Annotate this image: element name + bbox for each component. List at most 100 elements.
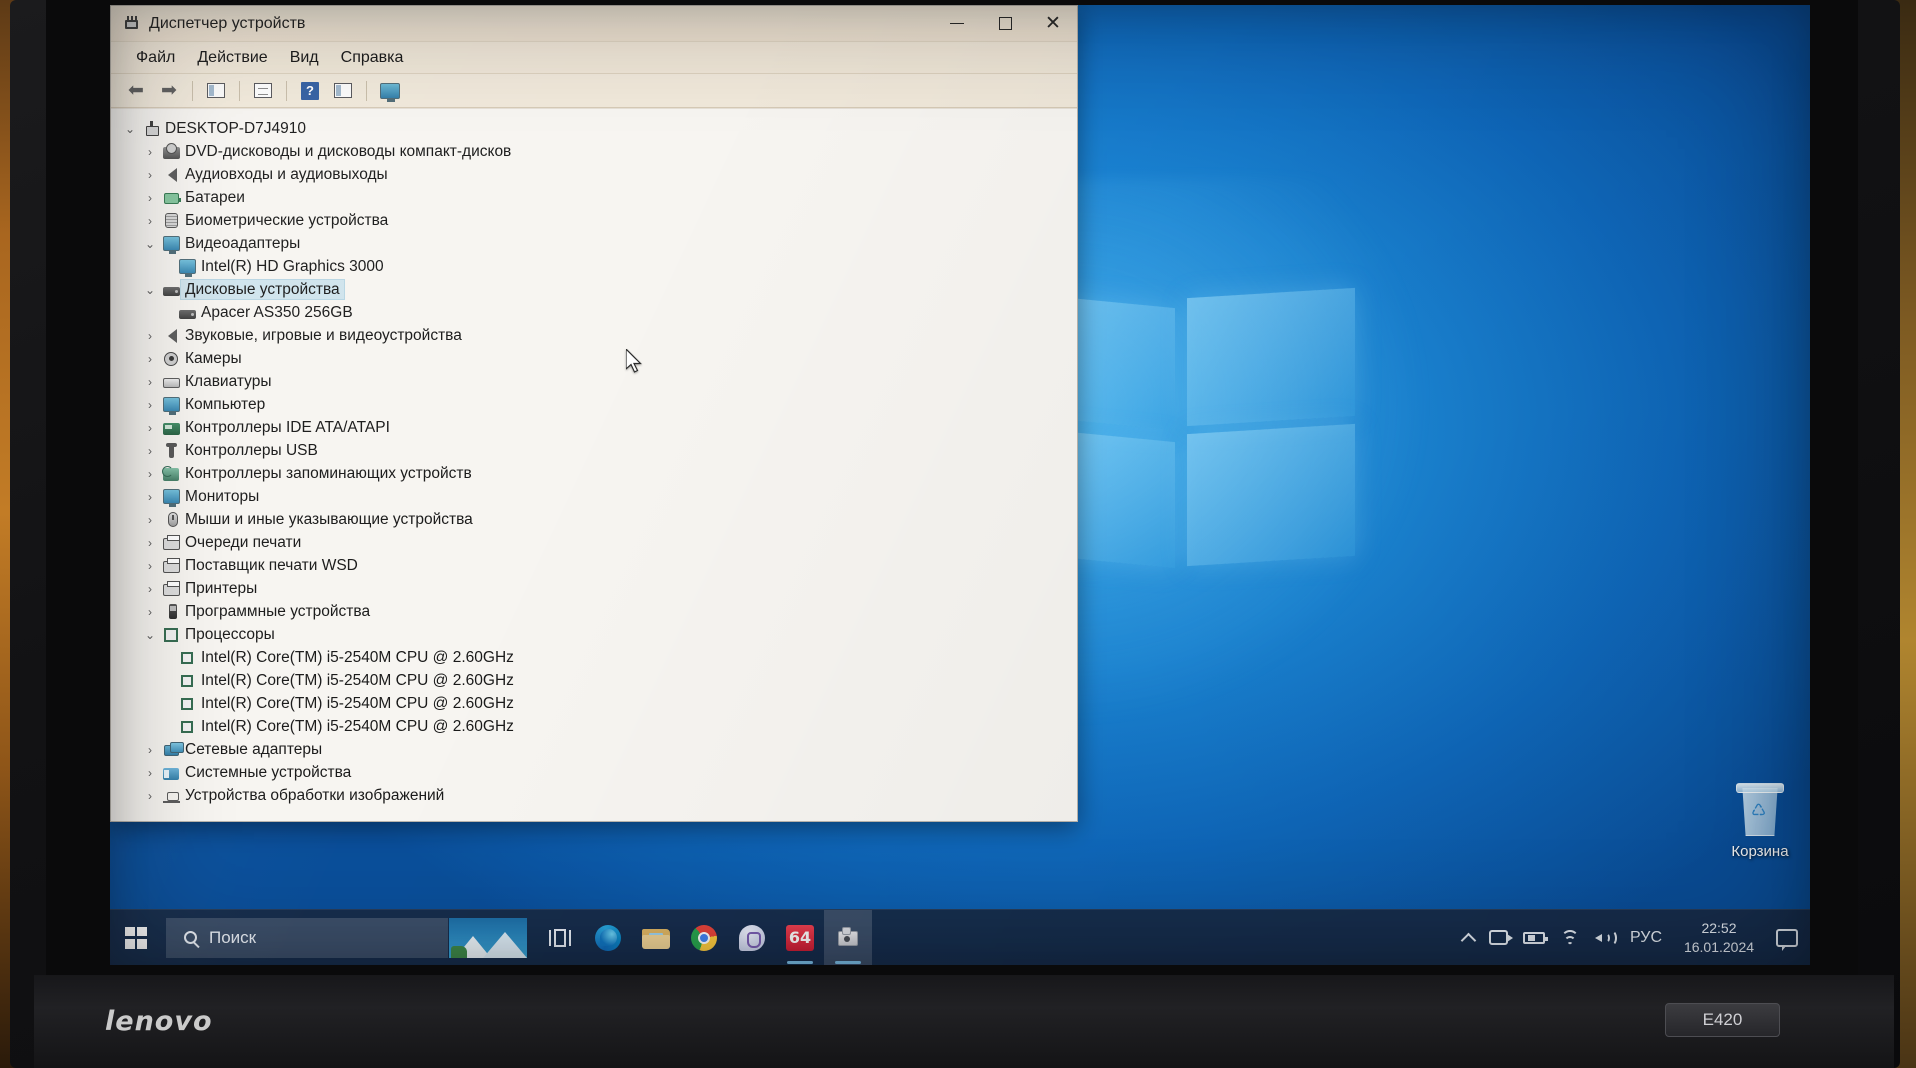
desktop-icon-recycle-bin[interactable]: ♺ Корзина — [1705, 780, 1810, 860]
menu-item-action[interactable]: Действие — [186, 45, 278, 71]
menu-item-help[interactable]: Справка — [330, 45, 415, 71]
edge-button[interactable] — [584, 910, 632, 966]
viber-button[interactable] — [728, 910, 776, 966]
chevron-right-icon[interactable]: › — [139, 605, 161, 619]
chevron-right-icon[interactable]: › — [139, 766, 161, 780]
chevron-right-icon[interactable]: › — [139, 444, 161, 458]
tree-node[interactable]: ⌄ Видеоадаптеры — [111, 232, 1077, 255]
clock[interactable]: 22:52 16.01.2024 — [1677, 919, 1761, 957]
tree-node[interactable]: › Звуковые, игровые и видеоустройства — [111, 324, 1077, 347]
tree-node[interactable]: Intel(R) Core(TM) i5-2540M CPU @ 2.60GHz — [111, 692, 1077, 715]
chevron-right-icon[interactable]: › — [139, 789, 161, 803]
window-titlebar[interactable]: Диспетчер устройств ✕ — [111, 6, 1077, 42]
arrow-right-icon: ➡ — [161, 80, 177, 101]
minimize-button[interactable] — [933, 6, 981, 42]
tree-node[interactable]: › Контроллеры запоминающих устройств — [111, 462, 1077, 485]
tree-node[interactable]: › Мыши и иные указывающие устройства — [111, 508, 1077, 531]
tree-node[interactable]: › Очереди печати — [111, 531, 1077, 554]
tree-node[interactable]: › Биометрические устройства — [111, 209, 1077, 232]
tree-node-root[interactable]: ⌄ DESKTOP-D7J4910 — [111, 117, 1077, 140]
chevron-right-icon[interactable]: › — [139, 329, 161, 343]
tree-node[interactable]: › Камеры — [111, 347, 1077, 370]
tree-node[interactable]: › Системные устройства — [111, 761, 1077, 784]
chevron-right-icon[interactable]: › — [139, 375, 161, 389]
tree-node[interactable]: Intel(R) Core(TM) i5-2540M CPU @ 2.60GHz — [111, 669, 1077, 692]
tree-node[interactable]: ⌄ Процессоры — [111, 623, 1077, 646]
battery-icon — [161, 191, 181, 204]
volume-tray-button[interactable] — [1594, 910, 1617, 966]
tree-node[interactable]: › Поставщик печати WSD — [111, 554, 1077, 577]
tree-node[interactable]: › Контроллеры USB — [111, 439, 1077, 462]
tree-node[interactable]: › Компьютер — [111, 393, 1077, 416]
chevron-right-icon[interactable]: › — [139, 398, 161, 412]
tree-node[interactable]: › Контроллеры IDE ATA/ATAPI — [111, 416, 1077, 439]
chevron-right-icon[interactable]: › — [139, 214, 161, 228]
arrow-left-icon: ⬅ — [128, 80, 144, 101]
tree-node-label: Мониторы — [185, 488, 260, 505]
maximize-button[interactable] — [981, 6, 1029, 42]
device-manager-button[interactable] — [824, 909, 872, 965]
printer-icon — [161, 557, 181, 573]
chevron-down-icon[interactable]: ⌄ — [119, 122, 141, 136]
chevron-right-icon[interactable]: › — [139, 352, 161, 366]
chevron-right-icon[interactable]: › — [139, 467, 161, 481]
tree-node-label: Очереди печати — [185, 534, 302, 551]
chevron-down-icon[interactable]: ⌄ — [139, 283, 161, 297]
tree-node[interactable]: › Аудиовходы и аудиовыходы — [111, 163, 1077, 186]
close-button[interactable]: ✕ — [1029, 6, 1077, 42]
menu-item-file[interactable]: Файл — [125, 45, 186, 71]
chevron-up-icon — [1460, 932, 1477, 948]
device-tree-panel[interactable]: ⌄ DESKTOP-D7J4910 › DVD-дисководы и диско… — [111, 108, 1077, 821]
tree-node[interactable]: Intel(R) HD Graphics 3000 — [111, 255, 1077, 278]
tree-node-label: Аудиовходы и аудиовыходы — [185, 166, 388, 183]
tree-node[interactable]: Intel(R) Core(TM) i5-2540M CPU @ 2.60GHz — [111, 715, 1077, 738]
menu-item-view[interactable]: Вид — [279, 45, 330, 71]
show-hidden-icons-button[interactable] — [1460, 910, 1477, 966]
battery-icon — [1522, 931, 1548, 944]
back-button[interactable]: ⬅ — [121, 78, 151, 104]
task-view-button[interactable] — [536, 910, 584, 966]
tree-node[interactable]: › Устройства обработки изображений — [111, 784, 1077, 807]
forward-button[interactable]: ➡ — [154, 78, 184, 104]
chevron-right-icon[interactable]: › — [139, 513, 161, 527]
aida64-button[interactable]: 64 — [776, 910, 824, 966]
help-button[interactable]: ? — [295, 78, 325, 104]
chevron-right-icon[interactable]: › — [139, 536, 161, 550]
language-indicator[interactable]: РУС — [1630, 929, 1662, 947]
tree-node[interactable]: ⌄ Дисковые устройства — [111, 278, 1077, 301]
action-center-button[interactable] — [1776, 910, 1798, 966]
network-tray-button[interactable] — [1560, 910, 1580, 966]
scan-hardware-button[interactable] — [375, 78, 405, 104]
chevron-right-icon[interactable]: › — [139, 168, 161, 182]
weather-widget[interactable] — [448, 917, 528, 958]
update-driver-button[interactable] — [328, 78, 358, 104]
chevron-right-icon[interactable]: › — [139, 743, 161, 757]
tree-node[interactable]: › Принтеры — [111, 577, 1077, 600]
tree-node[interactable]: › Программные устройства — [111, 600, 1077, 623]
chrome-button[interactable] — [680, 910, 728, 966]
show-hidden-devices-button[interactable] — [248, 78, 278, 104]
tree-node[interactable]: › Мониторы — [111, 485, 1077, 508]
battery-tray-button[interactable] — [1522, 910, 1548, 966]
chevron-down-icon[interactable]: ⌄ — [139, 628, 161, 642]
search-input[interactable]: Поиск — [166, 917, 448, 958]
chevron-right-icon[interactable]: › — [139, 582, 161, 596]
properties-button[interactable] — [201, 78, 231, 104]
tree-node[interactable]: Intel(R) Core(TM) i5-2540M CPU @ 2.60GHz — [111, 646, 1077, 669]
tree-node[interactable]: › Сетевые адаптеры — [111, 738, 1077, 761]
chevron-down-icon[interactable]: ⌄ — [139, 237, 161, 251]
chevron-right-icon[interactable]: › — [139, 490, 161, 504]
chevron-right-icon[interactable]: › — [139, 421, 161, 435]
chevron-right-icon[interactable]: › — [139, 145, 161, 159]
tree-node[interactable]: › Батареи — [111, 186, 1077, 209]
start-button[interactable] — [110, 910, 162, 966]
chevron-right-icon[interactable]: › — [139, 191, 161, 205]
tree-node[interactable]: Apacer AS350 256GB — [111, 301, 1077, 324]
file-explorer-button[interactable] — [632, 910, 680, 966]
chevron-right-icon[interactable]: › — [139, 559, 161, 573]
camera-tray-button[interactable] — [1488, 910, 1513, 966]
chrome-icon — [691, 924, 717, 951]
tree-node[interactable]: › Клавиатуры — [111, 370, 1077, 393]
tree-node[interactable]: › DVD-дисководы и дисководы компакт-диско… — [111, 140, 1077, 163]
search-icon — [184, 931, 197, 944]
